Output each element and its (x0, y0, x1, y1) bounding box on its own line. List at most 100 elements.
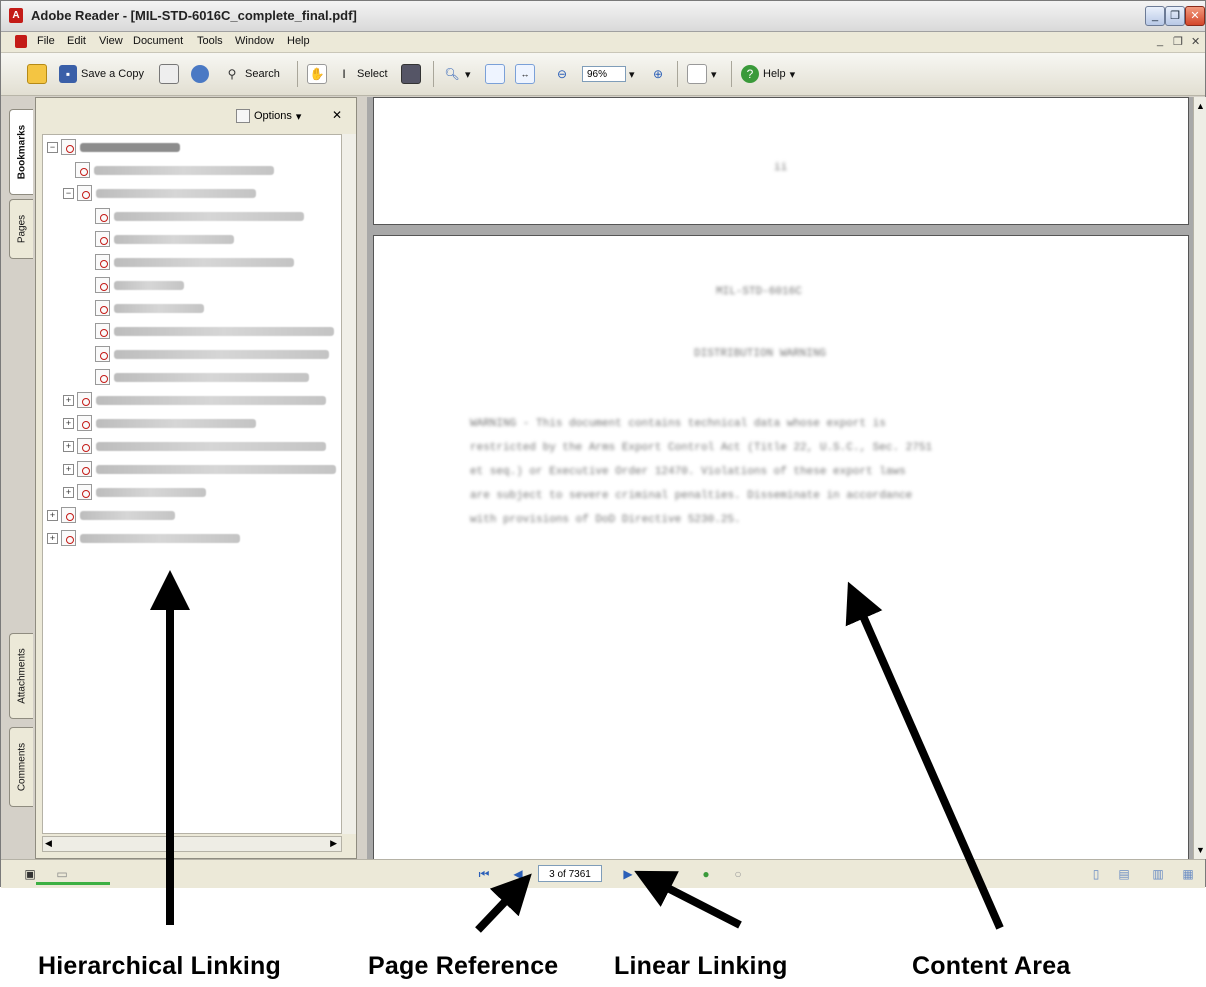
print-button[interactable] (159, 64, 179, 84)
bookmark-node[interactable] (75, 160, 274, 180)
tab-pages[interactable]: Pages (9, 199, 33, 259)
facing-layout-button[interactable]: ▥ (1149, 865, 1167, 883)
maximize-button[interactable]: ❐ (1165, 6, 1185, 26)
zoom-dropdown[interactable]: ▾ (629, 64, 635, 84)
bookmark-node[interactable] (95, 252, 294, 272)
bookmark-icon (77, 484, 92, 500)
continuous-facing-layout-button[interactable]: ▦ (1179, 865, 1197, 883)
bookmarks-horizontal-scrollbar[interactable]: ◀ ▶ (42, 836, 342, 852)
caption-content-area: Content Area (912, 952, 1071, 980)
expand-icon[interactable]: + (63, 463, 74, 475)
close-panel-button[interactable]: ✕ (332, 108, 342, 122)
email-button[interactable] (191, 64, 209, 84)
open-button[interactable] (27, 64, 47, 84)
menu-view[interactable]: View (99, 35, 123, 47)
scroll-up-icon[interactable]: ▲ (1196, 101, 1205, 111)
last-page-button[interactable]: ⏭ (651, 865, 669, 883)
expand-icon[interactable]: + (47, 509, 58, 521)
page-icon[interactable]: ▭ (53, 865, 71, 883)
bookmark-node[interactable] (95, 206, 304, 226)
bookmark-label-blurred (96, 395, 326, 405)
close-button[interactable]: ✕ (1185, 6, 1205, 26)
continuous-layout-button[interactable]: ▤ (1115, 865, 1133, 883)
bookmark-node[interactable]: + (47, 528, 240, 548)
document-icon[interactable] (15, 35, 27, 48)
bookmark-icon (61, 530, 76, 546)
menu-window[interactable]: Window (235, 35, 274, 47)
bookmark-node[interactable]: + (63, 436, 326, 456)
doc-restore-button[interactable]: ❐ (1173, 35, 1183, 48)
options-menu-button[interactable]: Options ▾ (236, 109, 301, 123)
bookmark-label-blurred (114, 211, 304, 221)
bookmark-node[interactable] (95, 344, 329, 364)
bookmark-icon (77, 461, 92, 477)
scroll-right-icon[interactable]: ▶ (330, 838, 337, 849)
bookmark-node[interactable] (95, 298, 204, 318)
actual-size-button[interactable] (485, 64, 505, 84)
save-a-copy-button[interactable]: ▪ Save a Copy (59, 64, 144, 84)
pdf-page: MIL-STD-6016C DISTRIBUTION WARNING WARNI… (373, 235, 1189, 859)
security-icon[interactable]: ▣ (21, 865, 39, 883)
panel-splitter[interactable] (357, 97, 367, 859)
first-page-button[interactable]: ⏮ (475, 865, 493, 883)
page-number-field[interactable]: 3 of 7361 (538, 865, 602, 882)
doc-close-button[interactable]: ✕ (1191, 35, 1200, 48)
bookmark-node[interactable]: + (63, 413, 256, 433)
collapse-icon[interactable]: − (47, 141, 58, 153)
expand-icon[interactable]: + (63, 486, 74, 498)
bookmark-node[interactable] (95, 367, 309, 387)
bookmark-node[interactable]: + (63, 482, 206, 502)
adobe-reader-app-icon[interactable]: A (9, 8, 23, 23)
hand-icon: ✋ (307, 64, 327, 84)
expand-icon[interactable]: + (47, 532, 58, 544)
help-icon: ? (741, 65, 759, 83)
tab-bookmarks[interactable]: Bookmarks (9, 109, 33, 195)
help-button[interactable]: ? Help ▾ (741, 64, 795, 84)
menu-edit[interactable]: Edit (67, 35, 86, 47)
document-vertical-scrollbar[interactable]: ▲ ▼ (1193, 97, 1206, 859)
scroll-down-icon[interactable]: ▼ (1196, 845, 1205, 855)
zoom-tool-button[interactable]: 🔍︎ ▾ (443, 64, 470, 84)
bookmark-node[interactable]: + (63, 459, 336, 479)
single-page-layout-button[interactable]: ▯ (1087, 865, 1105, 883)
bookmark-node[interactable] (95, 321, 334, 341)
expand-icon[interactable]: + (63, 440, 74, 452)
previous-page-button[interactable]: ◀ (509, 865, 527, 883)
snapshot-button[interactable] (401, 64, 421, 84)
collapse-icon[interactable]: − (63, 187, 74, 199)
zoom-level-input[interactable]: 96% (582, 66, 626, 82)
next-page-button[interactable]: ▶ (619, 865, 637, 883)
bookmark-node[interactable]: + (47, 505, 175, 525)
bookmark-node[interactable] (95, 275, 184, 295)
bookmark-node[interactable]: + (63, 390, 326, 410)
expand-icon[interactable]: + (63, 417, 74, 429)
zoom-in-button[interactable]: ⊕ (649, 64, 667, 84)
bookmarks-vertical-scrollbar[interactable] (342, 134, 356, 834)
bookmark-node[interactable]: − (47, 137, 180, 157)
bookmark-icon (95, 208, 110, 224)
minimize-button[interactable]: _ (1145, 6, 1165, 26)
rotate-view-button[interactable]: ▾ (687, 64, 717, 84)
next-view-button[interactable]: ○ (729, 865, 747, 883)
doc-minimize-button[interactable]: _ (1157, 35, 1163, 47)
zoom-out-button[interactable]: ⊖ (553, 64, 571, 84)
tab-comments[interactable]: Comments (9, 727, 33, 807)
fit-width-button[interactable]: ↔ (515, 64, 535, 84)
help-label: Help (763, 68, 786, 80)
scroll-left-icon[interactable]: ◀ (45, 838, 52, 849)
bookmark-node[interactable] (95, 229, 234, 249)
expand-icon[interactable]: + (63, 394, 74, 406)
previous-view-button[interactable]: ● (697, 865, 715, 883)
warning-line: with provisions of DoD Directive 5230.25… (470, 514, 741, 526)
hand-tool-button[interactable]: ✋ (307, 64, 327, 84)
menu-help[interactable]: Help (287, 35, 310, 47)
toolbar-separator (433, 61, 434, 87)
search-button[interactable]: ⚲ Search (223, 64, 280, 84)
menu-tools[interactable]: Tools (197, 35, 223, 47)
menu-file[interactable]: File (37, 35, 55, 47)
bookmark-node[interactable]: − (63, 183, 256, 203)
menu-document[interactable]: Document (133, 35, 183, 47)
tab-attachments[interactable]: Attachments (9, 633, 33, 719)
content-area[interactable]: ii MIL-STD-6016C DISTRIBUTION WARNING WA… (367, 97, 1193, 859)
select-tool-button[interactable]: I Select (335, 64, 387, 84)
